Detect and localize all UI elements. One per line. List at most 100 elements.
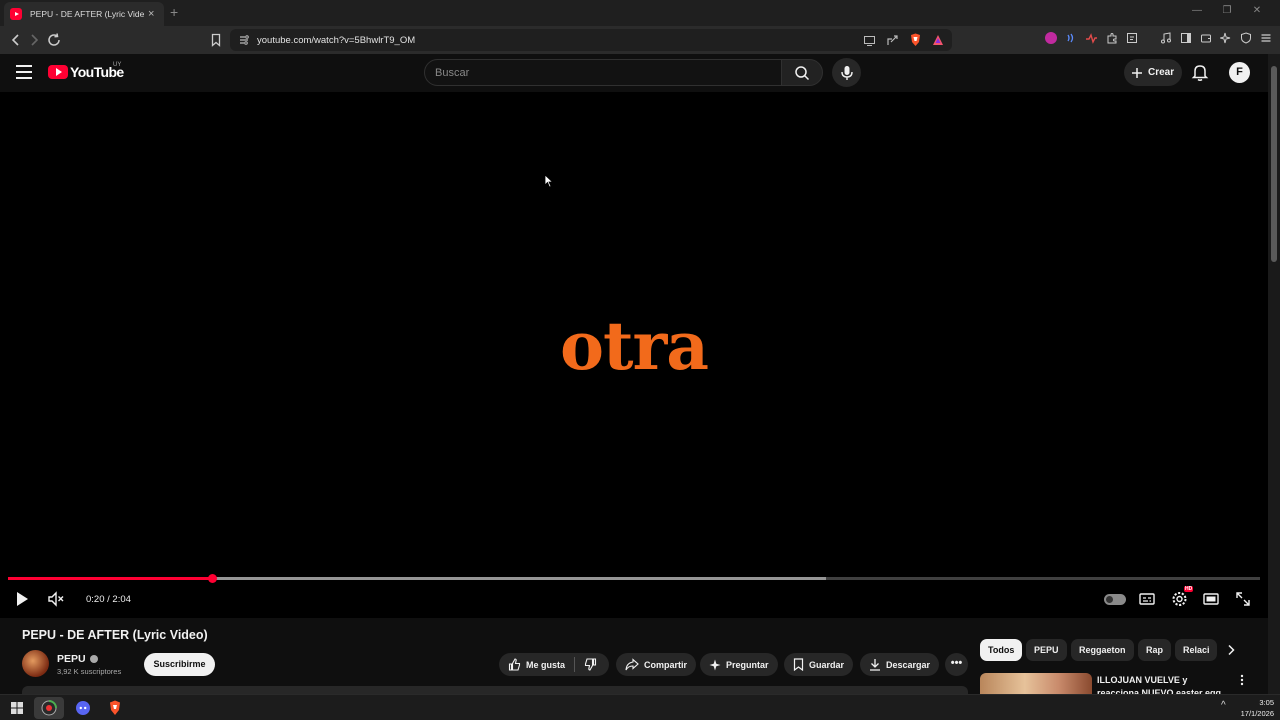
brave-rewards-icon[interactable] <box>932 34 944 46</box>
page-scrollbar[interactable] <box>1268 54 1280 694</box>
progress-bar[interactable] <box>8 574 1260 583</box>
chip-reggaeton[interactable]: Reggaeton <box>1071 639 1134 661</box>
start-button[interactable] <box>2 697 32 719</box>
chips-next-icon[interactable] <box>1226 644 1236 656</box>
account-avatar[interactable]: F <box>1229 62 1250 83</box>
theater-icon <box>1203 593 1219 605</box>
restore-button[interactable]: ❐ <box>1212 5 1242 16</box>
bookmark-icon[interactable] <box>208 32 224 48</box>
chip-rap[interactable]: Rap <box>1138 639 1172 661</box>
more-actions-button[interactable]: ••• <box>945 653 968 676</box>
fullscreen-button[interactable] <box>1235 590 1251 608</box>
extensions-puzzle-icon[interactable] <box>1106 32 1118 44</box>
taskbar-app-discord[interactable] <box>68 697 98 719</box>
time-display: 0:20 / 2:04 <box>86 594 131 605</box>
recommendation-thumbnail[interactable] <box>980 673 1092 694</box>
mouse-cursor-icon <box>544 174 554 188</box>
wallet-icon[interactable] <box>1200 32 1212 44</box>
extension-wave-icon[interactable] <box>1065 32 1077 44</box>
close-window-button[interactable]: ✕ <box>1242 5 1272 16</box>
clock-time: 3:05 <box>1259 698 1274 707</box>
channel-name[interactable]: PEPU <box>57 653 86 665</box>
screen-recorder-icon <box>41 700 57 716</box>
site-info-icon[interactable] <box>238 34 250 46</box>
youtube-logo[interactable]: YouTube UY <box>48 62 124 80</box>
like-button[interactable]: Me gusta <box>508 658 565 671</box>
theater-mode-button[interactable] <box>1203 590 1219 608</box>
scrubber-handle[interactable] <box>208 574 218 583</box>
dislike-button[interactable] <box>578 653 603 676</box>
search-button[interactable] <box>781 59 823 86</box>
video-player[interactable]: otra 0:20 / 2:04 HD <box>0 92 1268 618</box>
notifications-bell-icon[interactable] <box>1191 63 1209 82</box>
back-icon[interactable] <box>8 32 24 48</box>
share-button[interactable]: Compartir <box>616 653 697 676</box>
chip-relacionados[interactable]: Relaci <box>1175 639 1217 661</box>
window-controls: — ❐ ✕ <box>1182 5 1272 16</box>
create-button[interactable]: Crear <box>1124 59 1182 86</box>
plus-icon <box>1132 67 1142 78</box>
subtitles-button[interactable] <box>1139 590 1155 608</box>
taskbar-app-recorder[interactable] <box>34 697 64 719</box>
recommendation-more-icon[interactable] <box>1240 674 1244 686</box>
download-label: Descargar <box>886 659 931 670</box>
chip-todos[interactable]: Todos <box>980 639 1023 661</box>
hd-badge: HD <box>1184 586 1194 592</box>
youtube-header: YouTube UY Crear F <box>0 54 1268 92</box>
description-box[interactable] <box>22 686 968 694</box>
mute-button[interactable] <box>47 590 65 608</box>
share-arrow-icon <box>625 658 639 671</box>
forward-icon[interactable] <box>26 32 42 48</box>
media-music-icon[interactable] <box>1160 32 1172 44</box>
cast-icon[interactable] <box>863 34 876 47</box>
verified-check-icon <box>89 655 98 663</box>
clock-date: 17/1/2026 <box>1240 709 1274 718</box>
share-label: Compartir <box>644 659 688 670</box>
tab-title: PEPU - DE AFTER (Lyric Video) - <box>30 9 144 19</box>
address-bar[interactable]: youtube.com/watch?v=5BhwlrT9_OM <box>230 29 952 51</box>
chip-pepu[interactable]: PEPU <box>1026 639 1067 661</box>
microphone-icon <box>840 65 853 80</box>
extension-box-icon[interactable] <box>1126 32 1138 44</box>
ask-button[interactable]: Preguntar <box>700 653 778 676</box>
download-button[interactable]: Descargar <box>860 653 940 676</box>
recommendation-title[interactable]: ILLOJUAN VUELVE y reacciona NUEVO easter… <box>1097 674 1229 694</box>
captions-icon <box>1139 593 1155 605</box>
volume-muted-icon <box>48 591 64 607</box>
tray-overflow-icon[interactable]: ^ <box>1221 700 1226 711</box>
share-page-icon[interactable] <box>886 34 899 47</box>
tab-close-icon[interactable]: × <box>148 8 158 20</box>
search-box <box>424 59 782 86</box>
lyric-text: otra <box>559 307 709 385</box>
subscribe-button[interactable]: Suscribirme <box>144 653 215 676</box>
reload-icon[interactable] <box>46 32 62 48</box>
browser-tab[interactable]: PEPU - DE AFTER (Lyric Video) - × <box>4 2 164 26</box>
scrollbar-thumb[interactable] <box>1271 66 1277 262</box>
voice-search-button[interactable] <box>832 58 861 87</box>
extension-pulse-icon[interactable] <box>1085 32 1098 44</box>
settings-button[interactable] <box>1171 590 1188 608</box>
taskbar-clock[interactable]: 3:05 17/1/2026 <box>1241 697 1274 719</box>
sidebar-toggle-icon[interactable] <box>1180 32 1192 44</box>
browser-tab-strip: PEPU - DE AFTER (Lyric Video) - × + — ❐ … <box>0 0 1280 26</box>
country-code: UY <box>113 62 122 68</box>
play-button[interactable] <box>14 590 30 608</box>
thumbs-up-icon <box>508 658 521 671</box>
channel-avatar[interactable] <box>22 650 49 677</box>
windows-logo-icon <box>11 702 23 714</box>
autoplay-toggle[interactable] <box>1104 594 1126 605</box>
guide-menu-icon[interactable] <box>16 65 32 79</box>
minimize-button[interactable]: — <box>1182 5 1212 16</box>
extension-vpn-icon[interactable] <box>1045 32 1057 44</box>
play-icon <box>17 592 28 606</box>
save-button[interactable]: Guardar <box>784 653 854 676</box>
search-input[interactable] <box>425 60 745 85</box>
browser-menu-icon[interactable] <box>1260 32 1272 44</box>
taskbar-app-brave[interactable] <box>100 697 130 719</box>
brave-shields-icon[interactable] <box>909 33 922 47</box>
new-tab-button[interactable]: + <box>170 4 178 20</box>
vpn-shield-icon[interactable] <box>1240 32 1252 44</box>
channel-name-row[interactable]: PEPU <box>57 653 98 665</box>
extensions-row <box>1045 32 1272 44</box>
leo-ai-icon[interactable] <box>1220 32 1232 44</box>
